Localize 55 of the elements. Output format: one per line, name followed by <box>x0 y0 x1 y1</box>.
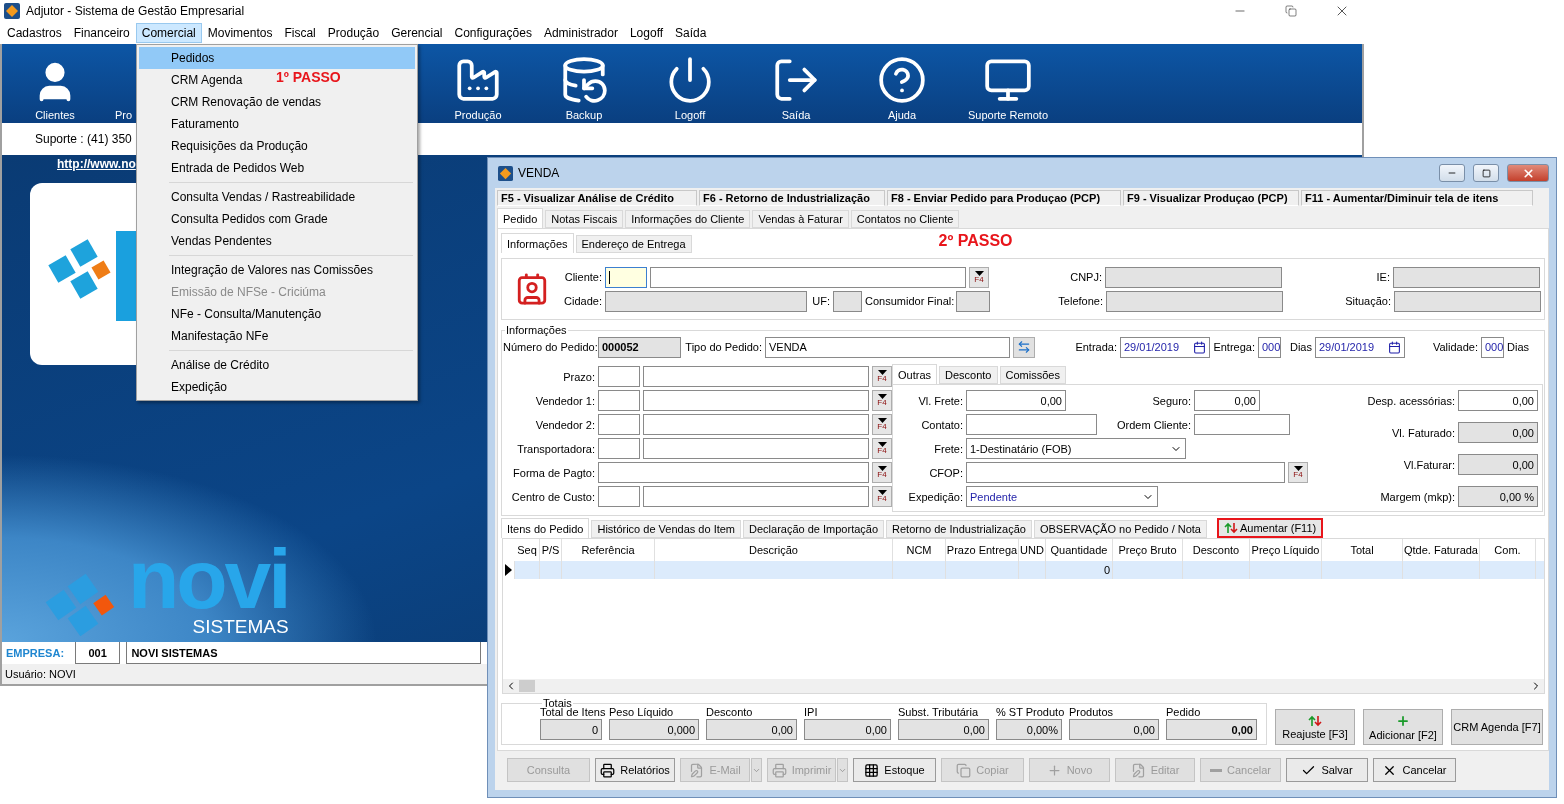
field-label: Ordem Cliente: <box>1116 418 1191 431</box>
table-cell: 0 <box>1046 561 1113 579</box>
field-label: Cidade: <box>563 295 602 307</box>
field-label: Desconto <box>706 706 754 718</box>
field-label: Desp. acessórias: <box>1366 394 1455 407</box>
group-title: Informações <box>505 324 568 336</box>
field-label: Peso Líquido <box>609 706 675 718</box>
shortcut-label: F9 - Visualizar Produçao (PCP) <box>1123 190 1299 206</box>
shortcut-label: F5 - Visualizar Análise de Crédito <box>497 190 697 206</box>
field-label: Vendedor 2: <box>534 418 595 431</box>
field-label: Entrega: <box>1213 341 1255 353</box>
field-label: Contato: <box>920 418 963 431</box>
field-label: Tipo do Pedido: <box>684 341 762 353</box>
field-label: Entrada: <box>1074 341 1117 353</box>
field-label: % ST Produto <box>996 706 1062 718</box>
field-label: UF: <box>811 295 830 307</box>
field-label: Produtos <box>1069 706 1115 718</box>
support-phone: Suporte : (41) 350 <box>35 132 132 146</box>
field-label: Situação: <box>1344 295 1391 307</box>
field-label: Margem (mkp): <box>1379 490 1455 503</box>
field-label: Subst. Tributária <box>898 706 980 718</box>
step-annotation: 2º PASSO <box>938 232 1013 250</box>
shortcut-label: F6 - Retorno de Industrialização <box>699 190 885 206</box>
field-label: IPI <box>804 706 819 718</box>
field-label: Vendedor 1: <box>534 394 595 407</box>
field-label: Vl.Faturar: <box>1402 458 1455 471</box>
field-label: Validade: <box>1431 341 1478 353</box>
field-label: Centro de Custo: <box>510 490 595 503</box>
field-label: Prazo: <box>562 370 595 383</box>
field-label: Seguro: <box>1151 394 1191 407</box>
field-label: IE: <box>1375 271 1390 283</box>
window-title: Adjutor - Sistema de Gestão Empresarial <box>26 4 246 18</box>
field-label: Consumidor Final: <box>865 295 953 307</box>
status-bar: Usuário: NOVI <box>2 664 487 684</box>
field-label: Frete: <box>933 442 963 455</box>
field-label: Vl. Frete: <box>917 394 963 407</box>
shortcut-label: F8 - Enviar Pedido para Produçao (PCP) <box>887 190 1121 206</box>
window-title: VENDA <box>518 166 561 180</box>
field-label: Cliente: <box>563 271 602 283</box>
field-label: CFOP: <box>928 466 963 479</box>
group-title: Totais <box>542 697 572 709</box>
field-label: Transportadora: <box>516 442 595 455</box>
step-annotation: 1º PASSO <box>276 69 341 85</box>
field-label: Pedido <box>1166 706 1202 718</box>
field-label: Expedição: <box>907 490 963 503</box>
field-label: CNPJ: <box>1069 271 1102 283</box>
field-label: Dias <box>1507 341 1529 353</box>
field-label: Número do Pedido: <box>503 341 595 353</box>
field-label: Vl. Faturado: <box>1391 426 1455 439</box>
field-label: Dias <box>1289 341 1312 353</box>
shortcut-label: F11 - Aumentar/Diminuir tela de itens <box>1301 190 1533 206</box>
field-label: Forma de Pagto: <box>512 466 595 479</box>
field-label: Telefone: <box>1057 295 1103 307</box>
logo-tagline: SISTEMAS <box>192 617 289 636</box>
company-label: EMPRESA: <box>5 646 66 661</box>
